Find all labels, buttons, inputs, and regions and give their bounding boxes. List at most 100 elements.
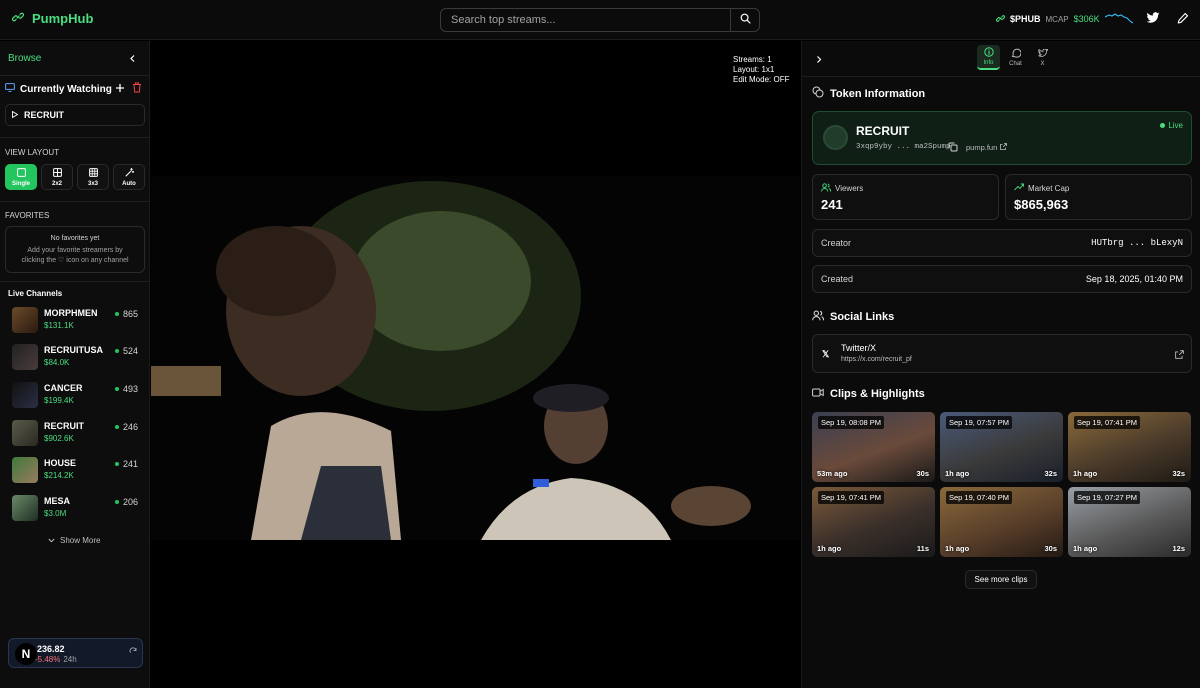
token-information-header: Token Information — [812, 86, 925, 101]
layout-label: Auto — [122, 180, 136, 187]
clip-time: Sep 19, 07:41 PM — [818, 491, 885, 504]
clip-card[interactable]: Sep 19, 07:57 PM 1h ago 32s — [940, 412, 1063, 482]
clip-ago: 53m ago — [817, 469, 848, 478]
collapse-panel-icon[interactable] — [815, 53, 823, 67]
chat-icon — [1011, 48, 1021, 60]
edit-mode-status: Edit Mode: OFF — [733, 75, 790, 84]
tab-x[interactable]: X — [1031, 45, 1054, 70]
channel-name: RECRUIT — [44, 421, 84, 431]
clip-ago: 1h ago — [1073, 469, 1098, 478]
social-url: https://x.com/recruit_pf — [841, 356, 912, 363]
clip-card[interactable]: Sep 19, 08:08 PM 53m ago 30s — [812, 412, 935, 482]
created-value: Sep 18, 2025, 01:40 PM — [1085, 274, 1183, 284]
search-button[interactable] — [730, 9, 759, 31]
clip-time: Sep 19, 07:27 PM — [1074, 491, 1141, 504]
channel-viewers: 246 — [114, 422, 138, 432]
twitter-icon[interactable] — [1146, 12, 1160, 28]
copy-icon[interactable] — [948, 141, 958, 155]
square-icon — [16, 167, 26, 179]
streams-count: Streams: 1 — [733, 55, 772, 64]
clip-card[interactable]: Sep 19, 07:41 PM 1h ago 32s — [1068, 412, 1191, 482]
clip-card[interactable]: Sep 19, 07:40 PM 1h ago 30s — [940, 487, 1063, 557]
channel-viewers: 865 — [114, 309, 138, 319]
layout-2x2-button[interactable]: 2x2 — [41, 164, 73, 190]
watching-item[interactable]: RECRUIT — [5, 104, 145, 126]
top-bar: PumpHub $PHUB MCAP $306K — [0, 0, 1200, 40]
refresh-icon[interactable] — [129, 644, 137, 658]
favorites-label: FAVORITES — [5, 211, 50, 220]
price-ticker[interactable]: N 236.82 -5.48% 24h — [8, 638, 143, 668]
channel-mcap: $131.1K — [44, 321, 74, 330]
channel-avatar — [12, 420, 38, 446]
info-panel: Info Chat X Token Information RECRUIT 3x… — [801, 41, 1200, 688]
live-dot — [114, 349, 119, 353]
layout-3x3-button[interactable]: 3x3 — [77, 164, 109, 190]
collapse-sidebar-icon[interactable] — [128, 52, 137, 66]
social-link-twitter[interactable]: 𝕏 Twitter/X https://x.com/recruit_pf — [812, 334, 1192, 373]
browse-label[interactable]: Browse — [8, 53, 41, 64]
token-avatar — [823, 125, 848, 150]
play-icon — [12, 110, 19, 120]
channel-item[interactable]: HOUSE $214.2K 241 — [12, 456, 142, 484]
clip-card[interactable]: Sep 19, 07:41 PM 1h ago 11s — [812, 487, 935, 557]
layout-auto-button[interactable]: Auto — [113, 164, 145, 190]
ticker-change: -5.48% 24h — [35, 655, 77, 664]
viewers-stat-label: Viewers — [821, 183, 863, 194]
creator-value[interactable]: HUTbrg ... bLexyN — [1091, 238, 1183, 248]
show-more-label: Show More — [60, 536, 101, 545]
external-link-icon — [1000, 143, 1008, 152]
token-address: 3xqp9yby ... ma2Spump — [856, 143, 951, 151]
viewer-count: 524 — [122, 346, 138, 356]
viewer-count: 241 — [122, 459, 138, 469]
sidebar: Browse Currently Watching RECRUIT VIEW L… — [0, 41, 150, 688]
see-more-clips-button[interactable]: See more clips — [965, 570, 1037, 589]
video-player[interactable]: Streams: 1 Layout: 1x1 Edit Mode: OFF — [151, 41, 800, 675]
stream-video-frame — [151, 176, 800, 540]
channel-item[interactable]: MORPHMEN $131.1K 865 — [12, 306, 142, 334]
channel-item[interactable]: CANCER $199.4K 493 — [12, 381, 142, 409]
tab-info[interactable]: Info — [977, 45, 1000, 70]
layout-info: Layout: 1x1 — [733, 65, 775, 74]
pump-fun-link[interactable]: pump.fun — [966, 143, 1008, 152]
trash-icon[interactable] — [132, 82, 142, 96]
tab-label: X — [1040, 60, 1045, 67]
currently-watching-label: Currently Watching — [20, 83, 112, 95]
search-input[interactable] — [441, 9, 730, 31]
grid-3x3-icon — [88, 167, 98, 179]
show-more-button[interactable]: Show More — [48, 536, 100, 545]
panel-tabs: Info Chat X — [977, 45, 1054, 70]
channel-viewers: 493 — [114, 384, 138, 394]
channel-viewers: 524 — [114, 346, 138, 356]
tab-chat[interactable]: Chat — [1004, 45, 1027, 70]
clip-duration: 12s — [1172, 544, 1185, 553]
layout-single-button[interactable]: Single — [5, 164, 37, 190]
viewers-stat: Viewers 241 — [812, 174, 999, 220]
created-label: Created — [821, 274, 854, 284]
channel-viewers: 241 — [114, 459, 138, 469]
channel-item[interactable]: RECRUIT $902.6K 246 — [12, 419, 142, 447]
search-bar — [440, 8, 760, 32]
users-icon — [812, 310, 824, 324]
stream-info-overlay: Streams: 1 Layout: 1x1 Edit Mode: OFF — [733, 55, 789, 85]
favorites-empty-state: No favorites yet Add your favorite strea… — [5, 226, 145, 273]
channel-mcap: $199.4K — [44, 396, 74, 405]
market-cap-stat-label: Market Cap — [1014, 183, 1069, 193]
clip-card[interactable]: Sep 19, 07:27 PM 1h ago 12s — [1068, 487, 1191, 557]
pump-fun-label: pump.fun — [966, 143, 998, 152]
edit-icon[interactable] — [1177, 12, 1189, 27]
divider — [0, 201, 150, 202]
logo[interactable]: PumpHub — [11, 11, 93, 26]
add-stream-icon[interactable] — [115, 82, 125, 96]
clip-time: Sep 19, 07:57 PM — [946, 416, 1013, 429]
channel-item[interactable]: RECRUITUSA $84.0K 524 — [12, 343, 142, 371]
live-dot — [114, 500, 119, 504]
clip-ago: 1h ago — [945, 469, 970, 478]
viewers-value: 241 — [821, 197, 843, 212]
ticker-period: 24h — [63, 655, 77, 664]
channel-item[interactable]: MESA $3.0M 206 — [12, 494, 142, 522]
clip-duration: 30s — [916, 469, 929, 478]
token-summary[interactable]: $PHUB MCAP $306K — [995, 12, 1133, 26]
trending-up-icon — [1014, 183, 1024, 193]
channel-avatar — [12, 495, 38, 521]
clip-duration: 32s — [1172, 469, 1185, 478]
